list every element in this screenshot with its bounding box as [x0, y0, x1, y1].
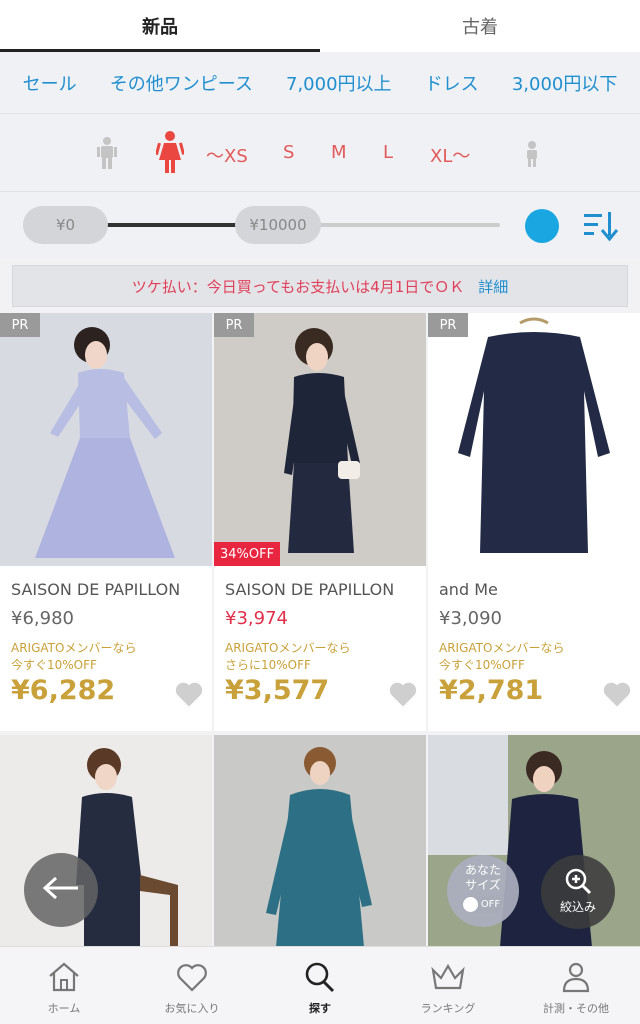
- product-card[interactable]: PR SAISON DE PAPILLON ¥6,980 ARIGATOメンバー…: [0, 313, 212, 731]
- nav-measure-other-label: 計測・その他: [543, 1002, 609, 1015]
- size-filter: ～XS S M L XL～: [0, 114, 640, 192]
- your-size-toggle-button[interactable]: あなた サイズ OFF: [447, 855, 519, 927]
- bottom-nav: ホーム お気に入り 探す ランキング 計測・その他: [0, 946, 640, 1024]
- your-size-label-1: あなた: [464, 863, 501, 877]
- product-promo: ARIGATOメンバーなら 今すぐ10%OFF: [439, 640, 564, 674]
- tab-used[interactable]: 古着: [320, 0, 640, 52]
- product-brand: and Me: [439, 580, 498, 599]
- product-member-price: ¥3,577: [225, 675, 330, 706]
- price-min-handle[interactable]: ¥0: [23, 206, 108, 244]
- size-l[interactable]: L: [383, 142, 393, 163]
- category-sale[interactable]: セール: [23, 70, 77, 96]
- tab-new[interactable]: 新品: [0, 0, 320, 52]
- person-icon: [559, 961, 593, 1000]
- payment-banner[interactable]: ツケ払い：今日買ってもお支払いは4月1日でＯＫ 詳細: [12, 265, 628, 307]
- nav-ranking[interactable]: ランキング: [384, 947, 512, 1024]
- male-person-icon[interactable]: [97, 136, 117, 174]
- promo-line-1: ARIGATOメンバーなら: [439, 641, 565, 655]
- your-size-label-2: サイズ: [465, 878, 501, 892]
- product-member-price: ¥6,282: [11, 675, 116, 706]
- discount-badge: 34%OFF: [214, 542, 281, 566]
- heart-icon: [175, 961, 209, 1000]
- product-image[interactable]: [0, 735, 212, 947]
- size-m[interactable]: M: [331, 142, 347, 163]
- your-size-switch[interactable]: OFF: [461, 896, 505, 913]
- promo-line-1: ARIGATOメンバーなら: [11, 641, 137, 655]
- nav-favorites[interactable]: お気に入り: [128, 947, 256, 1024]
- product-image[interactable]: PR: [428, 313, 640, 566]
- home-icon: [47, 961, 81, 1000]
- favorite-heart-icon[interactable]: [388, 680, 418, 712]
- crown-icon: [430, 961, 466, 1000]
- zoom-in-icon: [564, 868, 592, 898]
- banner-message: ツケ払い：今日買ってもお支払いは4月1日でＯＫ: [131, 277, 465, 296]
- promo-line-2: 今すぐ10%OFF: [439, 658, 525, 672]
- nav-ranking-label: ランキング: [420, 1002, 476, 1015]
- product-promo: ARIGATOメンバーなら さらに10%OFF: [225, 640, 350, 674]
- arrow-left-icon: [42, 875, 80, 905]
- pr-badge: PR: [214, 313, 254, 337]
- kids-person-icon[interactable]: [523, 140, 541, 172]
- product-brand: SAISON DE PAPILLON: [11, 580, 181, 599]
- nav-search[interactable]: 探す: [256, 947, 384, 1024]
- product-sale-price: ¥3,974: [225, 608, 288, 629]
- price-max-handle[interactable]: ¥10000: [235, 206, 321, 244]
- filter-label: 絞込み: [559, 900, 596, 914]
- nav-home-label: ホーム: [47, 1002, 81, 1015]
- promo-line-2: 今すぐ10%OFF: [11, 658, 97, 672]
- product-card[interactable]: [0, 735, 212, 947]
- product-original-price: ¥6,980: [11, 608, 74, 629]
- product-card[interactable]: PR 34%OFF SAISON DE PAPILLON ¥3,974 ARIG…: [214, 313, 426, 731]
- product-card[interactable]: PR and Me ¥3,090 ARIGATOメンバーなら 今すぐ10%OFF…: [428, 313, 640, 731]
- pr-badge: PR: [0, 313, 40, 337]
- favorite-heart-icon[interactable]: [602, 680, 632, 712]
- product-original-price: ¥3,090: [439, 608, 502, 629]
- nav-home[interactable]: ホーム: [0, 947, 128, 1024]
- top-tabs: 新品 古着: [0, 0, 640, 52]
- category-other-onepiece[interactable]: その他ワンピース: [110, 70, 253, 96]
- search-icon: [303, 961, 337, 1000]
- product-brand: SAISON DE PAPILLON: [225, 580, 395, 599]
- product-card[interactable]: [214, 735, 426, 947]
- product-member-price: ¥2,781: [439, 675, 544, 706]
- pr-badge: PR: [428, 313, 468, 337]
- nav-search-label: 探す: [309, 1002, 331, 1015]
- sort-icon[interactable]: [582, 208, 620, 246]
- female-person-icon[interactable]: [154, 130, 186, 178]
- back-button[interactable]: [24, 853, 98, 927]
- size-s[interactable]: S: [283, 142, 294, 163]
- promo-line-2: さらに10%OFF: [225, 658, 311, 672]
- switch-knob: [462, 897, 478, 912]
- product-promo: ARIGATOメンバーなら 今すぐ10%OFF: [11, 640, 136, 674]
- size-xl[interactable]: XL～: [430, 142, 470, 168]
- product-image[interactable]: PR 34%OFF: [214, 313, 426, 566]
- favorite-heart-icon[interactable]: [174, 680, 204, 712]
- category-bar: セール その他ワンピース 7,000円以上 ドレス 3,000円以下: [0, 52, 640, 114]
- filter-button[interactable]: 絞込み: [541, 855, 615, 929]
- color-filter-button[interactable]: [525, 209, 559, 243]
- category-3000-under[interactable]: 3,000円以下: [512, 70, 618, 96]
- nav-measure-other[interactable]: 計測・その他: [512, 947, 640, 1024]
- product-image[interactable]: [214, 735, 426, 947]
- banner-detail-link[interactable]: 詳細: [478, 276, 508, 297]
- category-dress[interactable]: ドレス: [425, 70, 479, 96]
- nav-favorites-label: お気に入り: [164, 1002, 220, 1015]
- switch-state-label: OFF: [480, 899, 501, 910]
- size-xs[interactable]: ～XS: [206, 142, 248, 168]
- promo-line-1: ARIGATOメンバーなら: [225, 641, 351, 655]
- product-image[interactable]: PR: [0, 313, 212, 566]
- category-7000-over[interactable]: 7,000円以上: [286, 70, 392, 96]
